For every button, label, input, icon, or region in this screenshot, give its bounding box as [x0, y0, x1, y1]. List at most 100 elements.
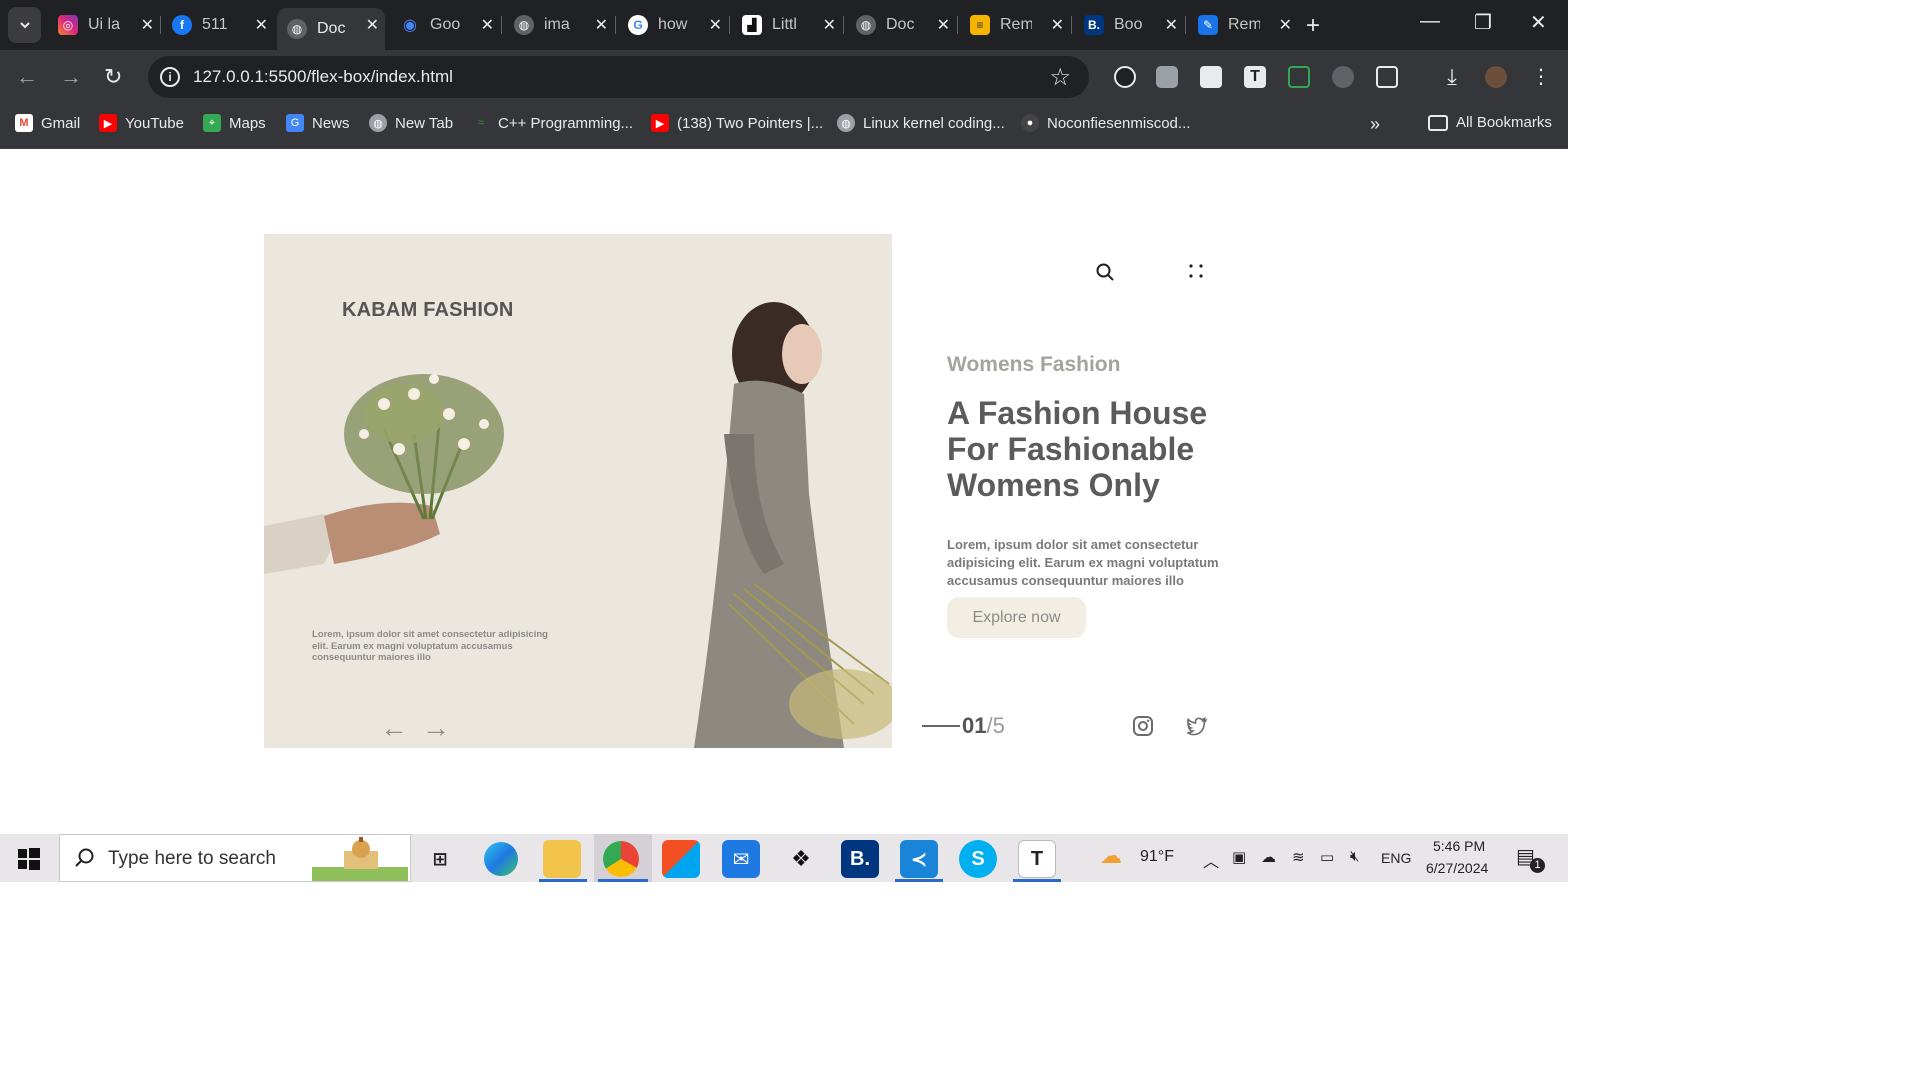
- chrome-icon[interactable]: [603, 841, 639, 877]
- screenshot-icon[interactable]: [1288, 66, 1310, 88]
- extension-card-icon[interactable]: [1200, 66, 1222, 88]
- weather-temperature[interactable]: 91°F: [1140, 848, 1174, 866]
- language-indicator[interactable]: ENG: [1381, 850, 1411, 866]
- new-tab-icon[interactable]: +: [1306, 12, 1320, 40]
- active-app-indicator: [1013, 879, 1061, 882]
- onedrive-icon[interactable]: ☁: [1261, 848, 1276, 866]
- close-tab-icon[interactable]: ✕: [595, 15, 608, 35]
- bookmark-cpp[interactable]: ≈ C++ Programming...: [472, 114, 633, 132]
- tab-search-button[interactable]: [8, 7, 41, 43]
- tab-remnote-2[interactable]: ✎ Rem ✕: [1188, 8, 1298, 42]
- avatar[interactable]: [1485, 66, 1507, 88]
- next-arrow-icon[interactable]: →: [422, 712, 450, 744]
- bookmark-new-tab[interactable]: ◍ New Tab: [369, 114, 453, 132]
- menu-kebab-icon[interactable]: ⋮: [1530, 66, 1552, 88]
- taskbar-search-box[interactable]: Type here to search: [59, 834, 411, 882]
- explore-now-button[interactable]: Explore now: [947, 597, 1086, 638]
- tray-chevron-up-icon[interactable]: ︿: [1203, 848, 1219, 872]
- wifi-icon[interactable]: ≋: [1292, 848, 1305, 866]
- extension-pen-icon[interactable]: [1114, 66, 1136, 88]
- windows-start-icon[interactable]: [18, 848, 40, 875]
- mail-icon[interactable]: ✉: [722, 840, 760, 878]
- microsoft-store-icon[interactable]: [662, 840, 700, 878]
- bookmark-maps[interactable]: ⌖ Maps: [203, 114, 266, 132]
- battery-icon[interactable]: ▭: [1320, 848, 1334, 866]
- minimize-icon[interactable]: —: [1420, 10, 1440, 33]
- tab-separator: [1185, 16, 1186, 34]
- close-tab-icon[interactable]: ✕: [823, 15, 836, 35]
- tab-google-lens[interactable]: ◉ Goo ✕: [390, 8, 500, 42]
- bookmark-youtube[interactable]: ▶ YouTube: [99, 114, 184, 132]
- restore-icon[interactable]: ❐: [1474, 10, 1492, 35]
- extensions-puzzle-icon[interactable]: [1376, 66, 1398, 88]
- tab-facebook[interactable]: f 511 ✕: [162, 8, 274, 42]
- tab-separator: [843, 16, 844, 34]
- clock-time[interactable]: 5:46 PM: [1433, 838, 1485, 854]
- typora-icon[interactable]: T: [1018, 840, 1056, 878]
- bookmark-news[interactable]: G News: [286, 114, 350, 132]
- more-bookmarks-icon[interactable]: »: [1370, 114, 1380, 135]
- edge-icon[interactable]: [484, 842, 518, 876]
- close-tab-icon[interactable]: ✕: [481, 15, 494, 35]
- tab-booking[interactable]: B. Boo ✕: [1074, 8, 1184, 42]
- text-extension-icon[interactable]: T: [1244, 66, 1266, 88]
- globe-icon: ◍: [514, 15, 534, 35]
- tab-active-doc[interactable]: ◍ Doc ✕: [277, 8, 385, 50]
- page-description: Lorem, ipsum dolor sit amet consectetur …: [947, 537, 1219, 588]
- bookmark-github[interactable]: ● Noconfiesenmiscod...: [1021, 114, 1190, 132]
- bookmark-linux-kernel[interactable]: ◍ Linux kernel coding...: [837, 114, 1005, 132]
- dropbox-icon[interactable]: ❖: [782, 840, 820, 878]
- address-bar[interactable]: i 127.0.0.1:5500/flex-box/index.html ☆: [148, 56, 1089, 98]
- booking-icon: B.: [1084, 15, 1104, 35]
- url-text[interactable]: 127.0.0.1:5500/flex-box/index.html: [193, 67, 453, 87]
- news-icon: G: [286, 114, 304, 132]
- tab-instagram[interactable]: ◎ Ui la ✕: [48, 8, 160, 42]
- close-tab-icon[interactable]: ✕: [1279, 15, 1292, 35]
- tab-doc-2[interactable]: ◍ Doc ✕: [846, 8, 956, 42]
- taskbar-search-placeholder: Type here to search: [108, 848, 276, 869]
- close-window-icon[interactable]: ✕: [1530, 10, 1547, 35]
- tab-little[interactable]: ▟ Littl ✕: [732, 8, 842, 42]
- close-tab-icon[interactable]: ✕: [366, 15, 379, 35]
- globe-icon: ◍: [287, 19, 307, 39]
- close-tab-icon[interactable]: ✕: [1165, 15, 1178, 35]
- camera-icon[interactable]: [1156, 66, 1178, 88]
- booking-icon[interactable]: B.: [841, 840, 879, 878]
- instagram-icon[interactable]: [1132, 715, 1154, 742]
- twitter-icon[interactable]: [1186, 715, 1208, 742]
- vscode-icon[interactable]: ≺: [900, 840, 938, 878]
- volume-muted-icon[interactable]: 🔇︎: [1350, 848, 1359, 865]
- littleshop-icon: ▟: [742, 15, 762, 35]
- reload-icon[interactable]: ↻: [104, 64, 122, 90]
- extension-drop-icon[interactable]: [1332, 66, 1354, 88]
- google-icon: G: [628, 15, 648, 35]
- youtube-icon: ▶: [99, 114, 117, 132]
- notification-count: 1: [1530, 858, 1545, 873]
- task-view-icon[interactable]: ⊞: [421, 840, 459, 878]
- close-tab-icon[interactable]: ✕: [255, 15, 268, 35]
- clock-date[interactable]: 6/27/2024: [1426, 860, 1488, 876]
- close-tab-icon[interactable]: ✕: [141, 15, 154, 35]
- tab-images[interactable]: ◍ ima ✕: [504, 8, 614, 42]
- all-bookmarks-button[interactable]: All Bookmarks: [1428, 114, 1552, 131]
- download-icon[interactable]: ⤓: [1441, 66, 1463, 88]
- search-icon[interactable]: [1095, 262, 1115, 287]
- bookmark-two-pointers[interactable]: ▶ (138) Two Pointers |...: [651, 114, 823, 132]
- tab-google[interactable]: G how ✕: [618, 8, 728, 42]
- bookmark-gmail[interactable]: M Gmail: [15, 114, 80, 132]
- forward-arrow-icon[interactable]: →: [60, 64, 82, 90]
- close-tab-icon[interactable]: ✕: [937, 15, 950, 35]
- file-explorer-icon[interactable]: [543, 840, 581, 878]
- bookmark-star-icon[interactable]: ☆: [1049, 63, 1071, 92]
- prev-arrow-icon[interactable]: ←: [380, 712, 408, 744]
- skype-icon[interactable]: S: [959, 840, 997, 878]
- tab-remnote[interactable]: ≡ Rem ✕: [960, 8, 1070, 42]
- close-tab-icon[interactable]: ✕: [709, 15, 722, 35]
- meet-now-icon[interactable]: ▣: [1232, 848, 1246, 866]
- menu-dots-icon[interactable]: [1187, 262, 1207, 287]
- site-info-icon[interactable]: i: [160, 67, 180, 87]
- weather-icon[interactable]: ☁: [1100, 843, 1122, 869]
- back-arrow-icon[interactable]: ←: [16, 64, 38, 90]
- search-icon: [75, 848, 94, 867]
- close-tab-icon[interactable]: ✕: [1051, 15, 1064, 35]
